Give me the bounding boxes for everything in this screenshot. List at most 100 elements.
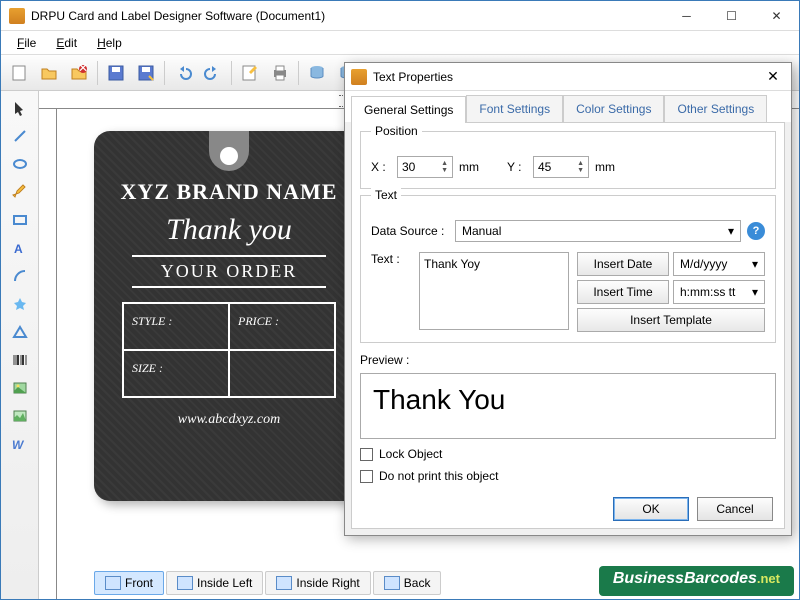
data-source-select[interactable]: Manual▾ [455,220,741,242]
cancel-button[interactable]: Cancel [697,497,773,521]
svg-text:✕: ✕ [78,64,88,75]
save-as-icon[interactable] [132,59,160,87]
text-legend: Text [371,188,401,202]
tab-general-settings[interactable]: General Settings [351,96,466,123]
wordart-tool-icon[interactable]: W [5,431,35,457]
position-fieldset: Position X : 30▲▼ mm Y : 45▲▼ mm [360,131,776,189]
text-field-label: Text : [371,252,411,332]
page-tabs: Front Inside Left Inside Right Back [94,571,441,595]
line-tool-icon[interactable] [5,123,35,149]
y-unit: mm [595,160,615,174]
spinner-icon[interactable]: ▲▼ [577,160,584,174]
save-icon[interactable] [102,59,130,87]
menu-help[interactable]: Help [89,34,130,52]
new-icon[interactable] [5,59,33,87]
star-tool-icon[interactable] [5,291,35,317]
dialog-title: Text Properties [373,70,761,84]
page-icon [384,576,400,590]
dialog-title-bar[interactable]: Text Properties ✕ [345,63,791,91]
menu-bar: File Edit Help [1,31,799,55]
print-icon[interactable] [266,59,294,87]
text-properties-dialog: Text Properties ✕ General Settings Font … [344,62,792,536]
position-legend: Position [371,124,422,138]
lock-object-checkbox[interactable] [360,448,373,461]
card-thank-text[interactable]: Thank you [112,213,346,247]
image-tool-icon[interactable] [5,375,35,401]
y-label: Y : [507,160,527,174]
insert-template-button[interactable]: Insert Template [577,308,765,332]
x-input[interactable]: 30▲▼ [397,156,453,178]
pointer-tool-icon[interactable] [5,95,35,121]
picture-tool-icon[interactable] [5,403,35,429]
do-not-print-checkbox[interactable] [360,470,373,483]
open-icon[interactable] [35,59,63,87]
date-format-select[interactable]: M/d/yyyy▾ [673,252,765,276]
redo-icon[interactable] [199,59,227,87]
card-order-text[interactable]: YOUR ORDER [132,255,326,288]
page-icon [276,576,292,590]
vertical-ruler [39,109,57,599]
text-tool-icon[interactable]: A [5,235,35,261]
card-url-text[interactable]: www.abcdxyz.com [112,412,346,428]
card-empty-cell [230,351,334,396]
app-icon [9,8,25,24]
dialog-icon [351,69,367,85]
tab-front[interactable]: Front [94,571,164,595]
arc-tool-icon[interactable] [5,263,35,289]
dialog-tabs: General Settings Font Settings Color Set… [345,91,791,122]
svg-text:A: A [14,242,23,256]
do-not-print-label: Do not print this object [379,469,498,483]
y-input[interactable]: 45▲▼ [533,156,589,178]
chevron-down-icon: ▾ [752,285,758,299]
x-unit: mm [459,160,479,174]
pencil-tool-icon[interactable] [5,179,35,205]
card-hanger-hole [209,131,249,171]
tab-back[interactable]: Back [373,571,442,595]
close-button[interactable]: ✕ [754,1,799,31]
tab-inside-right[interactable]: Inside Right [265,571,370,595]
tab-font-settings[interactable]: Font Settings [466,95,563,122]
dialog-close-button[interactable]: ✕ [761,67,785,87]
page-icon [105,576,121,590]
text-fieldset: Text Data Source : Manual▾ ? Text : Than… [360,195,776,343]
help-icon[interactable]: ? [747,222,765,240]
minimize-button[interactable]: ─ [664,1,709,31]
barcode-tool-icon[interactable] [5,347,35,373]
ellipse-tool-icon[interactable] [5,151,35,177]
tab-color-settings[interactable]: Color Settings [563,95,664,122]
menu-edit[interactable]: Edit [48,34,85,52]
tool-palette: A W [1,91,39,599]
edit-icon[interactable] [236,59,264,87]
x-label: X : [371,160,391,174]
preview-box: Thank You [360,373,776,439]
card-style-label: STYLE : [124,304,230,349]
tab-inside-left[interactable]: Inside Left [166,571,263,595]
card-preview[interactable]: XYZ BRAND NAME Thank you YOUR ORDER STYL… [94,131,364,501]
dialog-body: Position X : 30▲▼ mm Y : 45▲▼ mm Text Da… [351,122,785,529]
page-icon [177,576,193,590]
undo-icon[interactable] [169,59,197,87]
card-size-label: SIZE : [124,351,230,396]
tab-other-settings[interactable]: Other Settings [664,95,767,122]
card-brand-text[interactable]: XYZ BRAND NAME [112,179,346,205]
watermark: BusinessBarcodes.net [599,566,794,596]
card-price-label: PRICE : [230,304,334,349]
window-controls: ─ ☐ ✕ [664,1,799,31]
text-textarea[interactable]: Thank Yoy [419,252,569,330]
menu-file[interactable]: File [9,34,44,52]
card-info-table[interactable]: STYLE : PRICE : SIZE : [122,302,336,398]
window-title: DRPU Card and Label Designer Software (D… [31,9,664,23]
preview-label: Preview : [360,353,776,367]
spinner-icon[interactable]: ▲▼ [441,160,448,174]
insert-date-button[interactable]: Insert Date [577,252,669,276]
insert-time-button[interactable]: Insert Time [577,280,669,304]
database-icon[interactable] [303,59,331,87]
chevron-down-icon: ▾ [728,224,734,238]
lock-object-label: Lock Object [379,447,442,461]
ok-button[interactable]: OK [613,497,689,521]
rectangle-tool-icon[interactable] [5,207,35,233]
maximize-button[interactable]: ☐ [709,1,754,31]
close-file-icon[interactable]: ✕ [65,59,93,87]
triangle-tool-icon[interactable] [5,319,35,345]
time-format-select[interactable]: h:mm:ss tt▾ [673,280,765,304]
